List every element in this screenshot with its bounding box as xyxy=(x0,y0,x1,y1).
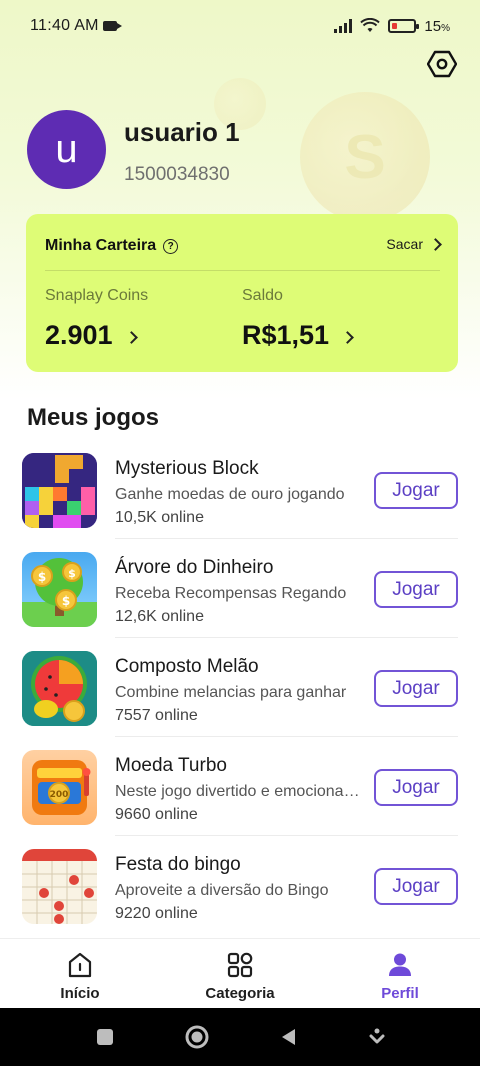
svg-text:$: $ xyxy=(68,567,76,580)
game-description: Combine melancias para ganhar xyxy=(115,684,347,701)
nav-label: Categoria xyxy=(205,985,275,1002)
block-puzzle-icon xyxy=(22,453,97,528)
battery-percent: 15% xyxy=(424,17,450,35)
coins-label: Snaplay Coins xyxy=(45,287,149,304)
user-id: 1500034830 xyxy=(124,164,230,185)
status-time: 11:40 AM xyxy=(30,17,99,34)
nav-label: Perfil xyxy=(381,985,419,1002)
game-row[interactable]: Composto Melão Combine melancias para ga… xyxy=(0,638,480,737)
game-online-count: 9660 online xyxy=(115,806,198,823)
games-list: Mysterious Block Ganhe moedas de ouro jo… xyxy=(0,440,480,935)
nav-item-categoria[interactable]: Categoria xyxy=(160,939,320,1008)
nav-item-inicio[interactable]: Início xyxy=(0,939,160,1008)
coins-value-button[interactable]: 2.901 xyxy=(45,320,138,351)
help-icon[interactable]: ? xyxy=(163,238,179,254)
game-row[interactable]: Festa do bingo Aproveite a diversão do B… xyxy=(0,836,480,935)
avatar[interactable]: u xyxy=(27,110,106,189)
grid-icon xyxy=(227,952,253,978)
game-online-count: 7557 online xyxy=(115,707,198,724)
game-row[interactable]: $ $ $ Árvore do Dinheiro Receba Recompen… xyxy=(0,539,480,638)
system-nav-bar xyxy=(0,1008,480,1066)
nav-chevron-down-icon[interactable] xyxy=(368,1027,386,1047)
game-row[interactable]: Mysterious Block Ganhe moedas de ouro jo… xyxy=(0,440,480,539)
game-description: Ganhe moedas de ouro jogando xyxy=(115,486,345,503)
coins-value: 2.901 xyxy=(45,320,113,350)
game-description: Receba Recompensas Regando xyxy=(115,585,347,602)
wallet-title[interactable]: Minha Carteira ? xyxy=(45,237,179,255)
signal-icon xyxy=(334,19,353,33)
svg-text:$: $ xyxy=(38,570,46,584)
play-button[interactable]: Jogar xyxy=(374,868,458,905)
game-name: Composto Melão xyxy=(115,656,259,677)
game-online-count: 10,5K online xyxy=(115,509,204,526)
bingo-card-icon xyxy=(22,849,97,924)
svg-text:200: 200 xyxy=(50,790,69,800)
settings-hexagon-icon xyxy=(427,50,457,78)
wallet-title-label: Minha Carteira xyxy=(45,237,157,254)
play-button[interactable]: Jogar xyxy=(374,472,458,509)
battery-icon xyxy=(388,19,420,33)
decorative-coin-large: S xyxy=(300,92,430,222)
game-name: Moeda Turbo xyxy=(115,755,227,776)
balance-value-button[interactable]: R$1,51 xyxy=(242,320,354,351)
money-tree-icon: $ $ $ xyxy=(22,552,97,627)
game-row[interactable]: 200 Moeda Turbo Neste jogo divertido e e… xyxy=(0,737,480,836)
chevron-right-icon xyxy=(124,331,138,344)
games-section-title: Meus jogos xyxy=(27,404,160,431)
withdraw-button[interactable]: Sacar xyxy=(386,236,442,252)
settings-button[interactable] xyxy=(426,48,458,80)
status-bar: 11:40 AM 15% xyxy=(0,0,480,52)
wallet-divider xyxy=(45,270,440,271)
bottom-nav: Início Categoria Perfil xyxy=(0,938,480,1008)
avatar-letter: u xyxy=(55,127,78,171)
recents-icon[interactable] xyxy=(95,1027,115,1047)
play-button[interactable]: Jogar xyxy=(374,571,458,608)
play-button[interactable]: Jogar xyxy=(374,670,458,707)
svg-text:$: $ xyxy=(62,594,70,608)
game-online-count: 9220 online xyxy=(115,905,198,922)
home-circle-icon[interactable] xyxy=(184,1024,210,1050)
watermelon-icon xyxy=(22,651,97,726)
home-icon xyxy=(68,952,92,978)
play-button[interactable]: Jogar xyxy=(374,769,458,806)
balance-label: Saldo xyxy=(242,287,283,304)
person-icon xyxy=(389,953,411,976)
balance-value: R$1,51 xyxy=(242,320,330,350)
wallet-card: Minha Carteira ? Sacar Snaplay Coins 2.9… xyxy=(26,214,458,372)
chevron-right-icon xyxy=(341,331,354,344)
game-online-count: 12,6K online xyxy=(115,608,204,625)
nav-item-perfil[interactable]: Perfil xyxy=(320,939,480,1008)
username: usuario 1 xyxy=(124,117,240,147)
back-icon[interactable] xyxy=(279,1027,299,1047)
withdraw-label: Sacar xyxy=(386,236,423,252)
game-name: Mysterious Block xyxy=(115,458,259,479)
game-description: Aproveite a diversão do Bingo xyxy=(115,882,329,899)
game-description: Neste jogo divertido e emocionante xyxy=(115,783,365,800)
nav-label: Início xyxy=(60,985,100,1002)
game-name: Árvore do Dinheiro xyxy=(115,557,274,578)
video-recording-icon xyxy=(102,21,122,31)
game-name: Festa do bingo xyxy=(115,854,241,875)
chevron-right-icon xyxy=(429,237,442,251)
wifi-icon xyxy=(360,18,381,32)
slot-machine-icon: 200 xyxy=(22,750,97,825)
